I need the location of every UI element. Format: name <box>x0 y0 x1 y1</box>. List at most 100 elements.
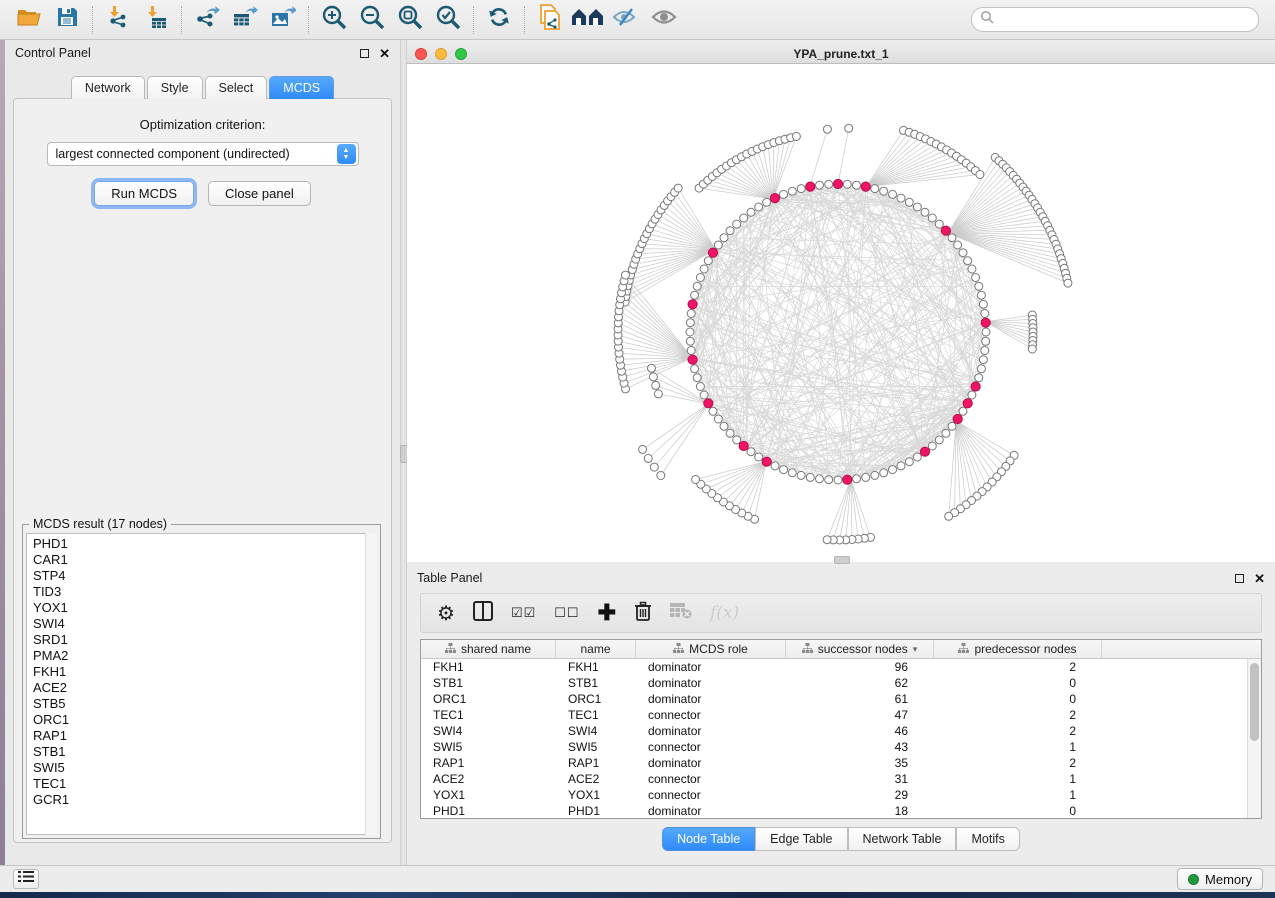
plus-icon: ✚ <box>598 603 616 623</box>
mcds-node-item[interactable]: SWI4 <box>33 616 376 632</box>
mcds-node-item[interactable]: GCR1 <box>33 792 376 808</box>
export-network-button[interactable] <box>188 4 226 36</box>
mcds-node-item[interactable]: RAP1 <box>33 728 376 744</box>
column-header-predecessor-nodes[interactable]: predecessor nodes <box>934 640 1102 658</box>
table-scrollbar[interactable] <box>1247 659 1261 818</box>
function-builder-button[interactable]: f(x) <box>710 600 739 626</box>
mcds-node-item[interactable]: PMA2 <box>33 648 376 664</box>
mcds-node-item[interactable]: TID3 <box>33 584 376 600</box>
table-row[interactable]: PHD1PHD1dominator180 <box>421 803 1247 819</box>
hide-selected-button[interactable] <box>607 4 645 36</box>
mcds-node-item[interactable]: TEC1 <box>33 776 376 792</box>
tab-motifs[interactable]: Motifs <box>956 827 1019 851</box>
close-panel-icon[interactable]: ✕ <box>379 49 390 58</box>
add-column-button[interactable]: ✚ <box>598 600 616 626</box>
tab-edge-table[interactable]: Edge Table <box>755 827 847 851</box>
zoom-selected-button[interactable] <box>429 4 467 36</box>
delete-column-button[interactable] <box>634 600 652 626</box>
column-type-icon <box>445 643 456 656</box>
column-header-MCDS-role[interactable]: MCDS role <box>636 640 786 658</box>
zoom-in-button[interactable] <box>315 4 353 36</box>
maximize-window-icon[interactable] <box>455 48 467 60</box>
mcds-node-item[interactable]: STB5 <box>33 696 376 712</box>
cell-name: PHD1 <box>556 804 636 818</box>
save-session-button[interactable] <box>48 4 86 36</box>
table-row[interactable]: SWI4SWI4dominator462 <box>421 723 1247 739</box>
network-view-canvas[interactable] <box>407 64 1275 562</box>
column-type-icon <box>802 643 813 656</box>
close-table-panel-icon[interactable]: ✕ <box>1254 574 1265 583</box>
run-mcds-button[interactable]: Run MCDS <box>94 181 194 206</box>
table-row[interactable]: YOX1YOX1connector291 <box>421 787 1247 803</box>
table-row[interactable]: FKH1FKH1dominator962 <box>421 659 1247 675</box>
deselect-all-columns-button[interactable]: ☐☐ <box>554 600 579 626</box>
cell-name: RAP1 <box>556 756 636 770</box>
column-header-name[interactable]: name <box>556 640 636 658</box>
export-image-button[interactable] <box>264 4 302 36</box>
open-file-button[interactable] <box>10 4 48 36</box>
tab-mcds[interactable]: MCDS <box>269 76 334 99</box>
columns-icon <box>473 601 493 626</box>
mcds-node-item[interactable]: ORC1 <box>33 712 376 728</box>
column-header-successor-nodes[interactable]: successor nodes▾ <box>786 640 934 658</box>
float-window-icon[interactable] <box>360 49 369 58</box>
table-row[interactable]: TEC1TEC1connector472 <box>421 707 1247 723</box>
search-field[interactable] <box>971 7 1259 32</box>
float-table-panel-icon[interactable] <box>1235 574 1244 583</box>
cell-pred: 2 <box>934 724 1102 738</box>
show-panels-button[interactable] <box>13 869 39 889</box>
refresh-view-button[interactable] <box>480 4 518 36</box>
tab-node-table[interactable]: Node Table <box>662 827 755 851</box>
cell-name: STB1 <box>556 676 636 690</box>
mcds-node-item[interactable]: STB1 <box>33 744 376 760</box>
close-panel-button[interactable]: Close panel <box>208 181 311 206</box>
search-input[interactable] <box>994 13 1250 27</box>
column-header-shared-name[interactable]: shared name <box>421 640 556 658</box>
clone-network-button[interactable] <box>531 4 569 36</box>
show-columns-button[interactable] <box>473 600 493 626</box>
minimize-window-icon[interactable] <box>435 48 447 60</box>
horizontal-splitter-handle[interactable] <box>834 556 850 564</box>
cell-succ: 96 <box>786 660 934 674</box>
close-window-icon[interactable] <box>415 48 427 60</box>
tab-network-table[interactable]: Network Table <box>848 827 957 851</box>
first-neighbors-button[interactable] <box>569 4 607 36</box>
cell-succ: 35 <box>786 756 934 770</box>
mcds-node-item[interactable]: SWI5 <box>33 760 376 776</box>
mcds-node-item[interactable]: YOX1 <box>33 600 376 616</box>
tab-select[interactable]: Select <box>205 76 268 99</box>
table-row[interactable]: SWI5SWI5connector431 <box>421 739 1247 755</box>
select-all-columns-button[interactable]: ☑☑ <box>511 600 536 626</box>
export-table-button[interactable] <box>226 4 264 36</box>
mcds-node-item[interactable]: FKH1 <box>33 664 376 680</box>
cell-shared: PHD1 <box>421 804 556 818</box>
panel-splitter[interactable] <box>400 40 407 865</box>
table-row[interactable]: STB1STB1dominator620 <box>421 675 1247 691</box>
import-network-button[interactable] <box>99 4 137 36</box>
network-window-titlebar[interactable]: YPA_prune.txt_1 <box>407 45 1275 64</box>
tab-style[interactable]: Style <box>147 76 203 99</box>
show-all-button[interactable] <box>645 4 683 36</box>
mcds-node-item[interactable]: CAR1 <box>33 552 376 568</box>
mcds-node-item[interactable]: STP4 <box>33 568 376 584</box>
table-row[interactable]: ACE2ACE2connector311 <box>421 771 1247 787</box>
criterion-dropdown[interactable]: largest connected component (undirected)… <box>47 142 359 166</box>
table-row[interactable]: RAP1RAP1dominator352 <box>421 755 1247 771</box>
mcds-node-item[interactable]: ACE2 <box>33 680 376 696</box>
settings-gear-button[interactable]: ⚙ <box>437 600 455 626</box>
zoom-out-button[interactable] <box>353 4 391 36</box>
mcds-node-item[interactable]: PHD1 <box>33 536 376 552</box>
table-scrollbar-thumb[interactable] <box>1250 663 1259 741</box>
tab-network[interactable]: Network <box>71 76 145 99</box>
mcds-list-scrollbar[interactable] <box>365 533 377 835</box>
cell-pred: 2 <box>934 708 1102 722</box>
import-table-button[interactable] <box>137 4 175 36</box>
table-row[interactable]: ORC1ORC1dominator610 <box>421 691 1247 707</box>
mcds-node-item[interactable]: SRD1 <box>33 632 376 648</box>
memory-button[interactable]: Memory <box>1177 868 1263 890</box>
mcds-tab-content: Optimization criterion: largest connecte… <box>13 98 392 843</box>
zoom-fit-button[interactable] <box>391 4 429 36</box>
cell-pred: 1 <box>934 772 1102 786</box>
mcds-result-list[interactable]: PHD1CAR1STP4TID3YOX1SWI4SRD1PMA2FKH1ACE2… <box>26 533 377 835</box>
delete-table-button[interactable] <box>670 600 692 626</box>
